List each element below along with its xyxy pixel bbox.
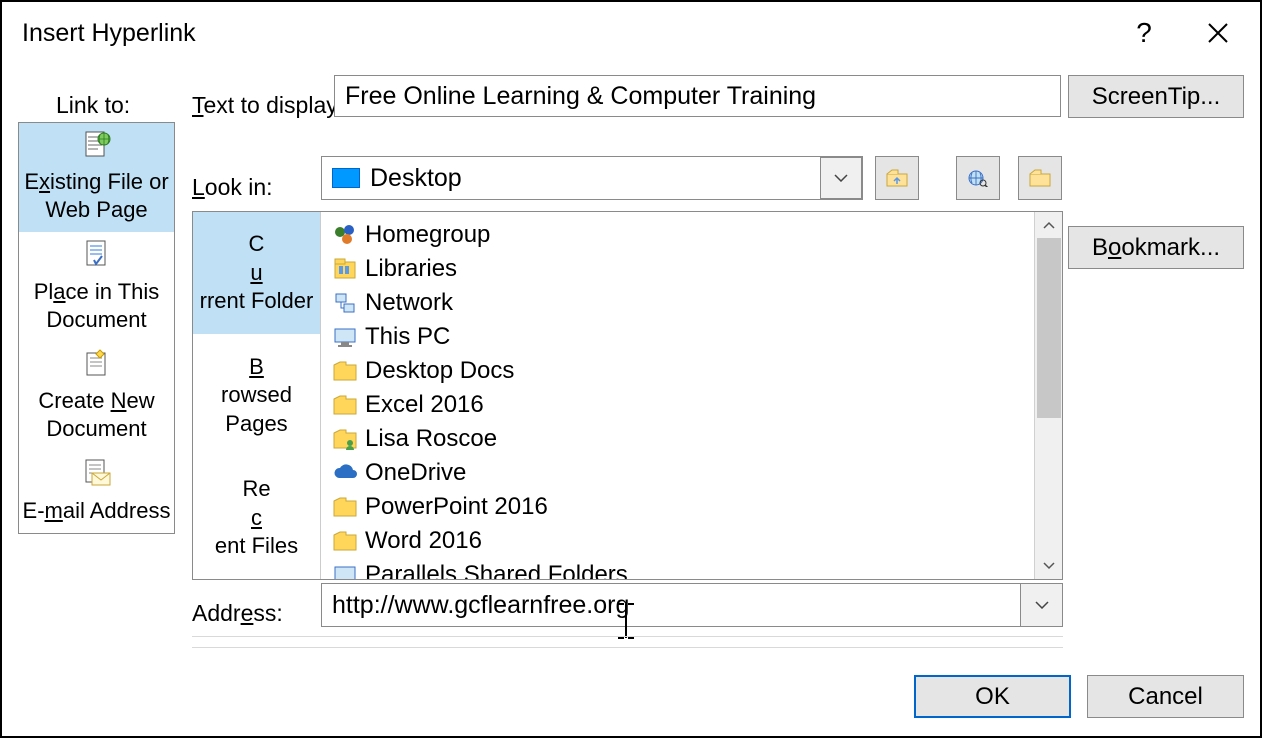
file-item[interactable]: Lisa Roscoe — [329, 422, 1058, 456]
file-name: Excel 2016 — [365, 391, 484, 419]
scrollbar[interactable] — [1034, 212, 1062, 579]
linkto-create-new[interactable]: Create New Document — [19, 342, 174, 451]
file-item[interactable]: Parallels Shared Folders — [329, 558, 1058, 579]
file-name: Word 2016 — [365, 527, 482, 555]
address-input[interactable] — [322, 584, 1020, 626]
close-button[interactable] — [1196, 11, 1240, 55]
file-item[interactable]: Word 2016 — [329, 524, 1058, 558]
linkto-place-in-document[interactable]: Place in This Document — [19, 232, 174, 341]
folder-icon — [329, 494, 361, 520]
desktop-icon — [332, 168, 360, 188]
scroll-up-button[interactable] — [1035, 212, 1062, 238]
file-name: Parallels Shared Folders — [365, 561, 628, 579]
file-item[interactable]: Excel 2016 — [329, 388, 1058, 422]
file-item[interactable]: This PC — [329, 320, 1058, 354]
scroll-thumb[interactable] — [1037, 238, 1061, 418]
cancel-button[interactable]: Cancel — [1087, 675, 1244, 718]
file-name: Homegroup — [365, 221, 490, 249]
linkto-label: Place in This Document — [21, 278, 172, 334]
document-target-icon — [82, 238, 112, 275]
linkto-label: Existing File or Web Page — [21, 168, 172, 224]
email-icon — [82, 457, 112, 494]
file-item[interactable]: Desktop Docs — [329, 354, 1058, 388]
separator — [192, 647, 1063, 648]
insert-hyperlink-dialog: Insert Hyperlink ? Link to: Existing Fil… — [0, 0, 1262, 738]
link-to-sidebar: Existing File or Web Page Place in This … — [18, 122, 175, 534]
page-globe-icon — [82, 129, 112, 166]
ok-button[interactable]: OK — [914, 675, 1071, 718]
file-item[interactable]: Network — [329, 286, 1058, 320]
browse-web-button[interactable] — [956, 156, 1000, 200]
file-item[interactable]: Homegroup — [329, 218, 1058, 252]
help-button[interactable]: ? — [1122, 11, 1166, 55]
dialog-button-row: OK Cancel — [914, 675, 1244, 718]
folder-icon — [329, 392, 361, 418]
dialog-title: Insert Hyperlink — [22, 19, 196, 48]
address-combo — [321, 583, 1063, 627]
file-name: PowerPoint 2016 — [365, 493, 548, 521]
thispc-icon — [329, 562, 361, 579]
userfolder-icon — [329, 426, 361, 452]
new-folder-button[interactable] — [1018, 156, 1062, 200]
look-in-value: Desktop — [370, 164, 462, 193]
homegroup-icon — [329, 222, 361, 248]
text-to-display-input[interactable] — [334, 75, 1061, 117]
file-name: This PC — [365, 323, 450, 351]
file-name: Network — [365, 289, 453, 317]
thispc-icon — [329, 324, 361, 350]
titlebar: Insert Hyperlink ? — [2, 2, 1260, 64]
linkto-label: E-mail Address — [21, 497, 172, 525]
bookmark-button[interactable]: Bookmark... — [1068, 226, 1244, 269]
up-one-level-button[interactable] — [875, 156, 919, 200]
nav-current-folder[interactable]: Current Folder — [193, 212, 320, 334]
screentip-button[interactable]: ScreenTip... — [1068, 75, 1244, 118]
file-list[interactable]: Homegroup Libraries Network This PC Desktop … — [321, 212, 1062, 579]
address-dropdown-button[interactable] — [1020, 584, 1062, 626]
network-icon — [329, 290, 361, 316]
folder-icon — [329, 358, 361, 384]
file-name: Lisa Roscoe — [365, 425, 497, 453]
nav-browsed-pages[interactable]: Browsed Pages — [193, 334, 320, 456]
linkto-existing-file[interactable]: Existing File or Web Page — [19, 123, 174, 232]
link-to-label: Link to: — [56, 92, 130, 119]
file-name: Desktop Docs — [365, 357, 514, 385]
file-name: Libraries — [365, 255, 457, 283]
text-to-display-label: Text to display: — [192, 92, 344, 119]
separator — [192, 636, 1063, 637]
file-name: OneDrive — [365, 459, 466, 487]
folder-icon — [329, 528, 361, 554]
linkto-label: Create New Document — [21, 387, 172, 443]
browse-nav-column: Current Folder Browsed Pages Recent File… — [193, 212, 321, 579]
file-browser: Current Folder Browsed Pages Recent File… — [192, 211, 1063, 580]
onedrive-icon — [329, 460, 361, 486]
scroll-down-button[interactable] — [1035, 553, 1062, 579]
file-item[interactable]: Libraries — [329, 252, 1058, 286]
look-in-label: Look in: — [192, 174, 273, 201]
file-item[interactable]: PowerPoint 2016 — [329, 490, 1058, 524]
nav-recent-files[interactable]: Recent Files — [193, 457, 320, 579]
look-in-dropdown-button[interactable] — [820, 157, 862, 199]
libraries-icon — [329, 256, 361, 282]
linkto-email[interactable]: E-mail Address — [19, 451, 174, 532]
look-in-combo[interactable]: Desktop — [321, 156, 863, 200]
file-item[interactable]: OneDrive — [329, 456, 1058, 490]
address-label: Address: — [192, 600, 283, 627]
new-document-icon — [82, 348, 112, 385]
